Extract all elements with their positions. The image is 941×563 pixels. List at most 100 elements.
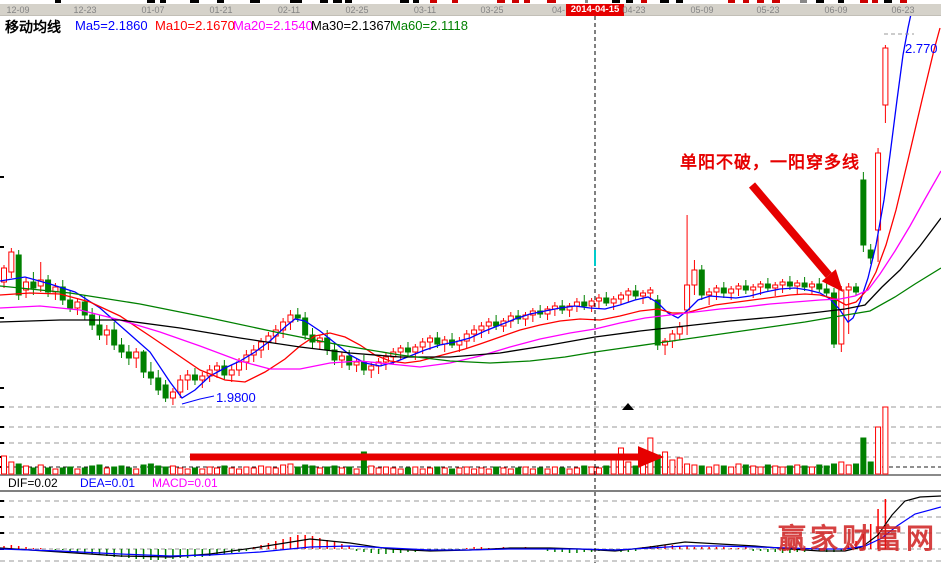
- candle-body-up: [354, 362, 359, 365]
- volume-bar-up: [876, 427, 881, 474]
- volume-bar-up: [846, 465, 851, 474]
- volume-bar-up: [567, 469, 572, 474]
- candle-body-up: [472, 330, 477, 334]
- volume-bar-up: [428, 468, 433, 474]
- top-strip-mark: [250, 0, 260, 3]
- volume-bar-up: [626, 462, 631, 474]
- candle-body-down: [765, 284, 770, 288]
- candle-body-down: [16, 255, 21, 295]
- volume-bar-down: [699, 466, 704, 474]
- top-strip-mark: [290, 0, 302, 3]
- volume-bar-down: [405, 468, 410, 474]
- volume-bar-up: [53, 469, 58, 474]
- volume-bar-down: [148, 464, 153, 474]
- candle-body-up: [626, 291, 631, 295]
- volume-bar-up: [369, 466, 374, 474]
- volume-bar-up: [530, 469, 535, 474]
- candle-body-up: [178, 380, 183, 392]
- candle-body-up: [641, 293, 646, 296]
- candle-body-up: [229, 370, 234, 375]
- candle-body-down: [126, 352, 131, 358]
- candle-body-up: [369, 366, 374, 370]
- candle-body-down: [82, 302, 87, 315]
- candle-body-down: [163, 385, 168, 398]
- volume-bar-up: [237, 469, 242, 474]
- top-strip-mark: [512, 0, 519, 3]
- volume-bar-up: [479, 468, 484, 474]
- ma10-line: [0, 28, 940, 382]
- volume-bar-up: [457, 468, 462, 474]
- top-strip-mark: [860, 0, 868, 3]
- volume-bar-up: [729, 467, 734, 474]
- volume-bar-up: [589, 467, 594, 474]
- date-label: 03-25: [480, 5, 503, 15]
- date-axis[interactable]: 04- 2014-04-15 12-0912-2301-0701-2102-11…: [0, 4, 941, 16]
- candle-body-up: [729, 289, 734, 293]
- volume-bar-up: [714, 465, 719, 474]
- volume-bar-down: [332, 466, 337, 474]
- candle-body-up: [486, 322, 491, 326]
- candle-body-up: [215, 366, 220, 370]
- volume-bar-up: [552, 467, 557, 474]
- volume-bar-up: [383, 467, 388, 474]
- volume-bar-down: [560, 468, 565, 474]
- volume-bar-up: [200, 469, 205, 474]
- annotation-arrow-shaft: [752, 185, 829, 275]
- candle-body-up: [795, 283, 800, 286]
- volume-bar-down: [787, 466, 792, 474]
- date-label: 06-09: [824, 5, 847, 15]
- ma-legend-item: Ma60=2.1118: [390, 18, 468, 33]
- volume-bar-up: [574, 468, 579, 474]
- candle-body-down: [325, 338, 330, 350]
- volume-bar-up: [75, 469, 80, 474]
- candle-body-up: [75, 302, 80, 308]
- top-strip-mark: [497, 0, 505, 3]
- volume-bar-down: [325, 467, 330, 474]
- volume-bar-up: [251, 468, 256, 474]
- volume-bar-down: [60, 468, 65, 474]
- volume-bar-up: [758, 467, 763, 474]
- candle-body-down: [435, 338, 440, 344]
- volume-bar-down: [861, 438, 866, 474]
- volume-bar-down: [854, 464, 859, 474]
- volume-bar-up: [339, 468, 344, 474]
- candle-body-up: [185, 375, 190, 380]
- date-label: 01-21: [209, 5, 232, 15]
- candle-body-down: [97, 325, 102, 335]
- volume-bar-down: [831, 464, 836, 474]
- top-strip-mark: [800, 0, 807, 3]
- candle-body-up: [237, 362, 242, 370]
- volume-bar-up: [9, 462, 14, 474]
- volume-bar-down: [538, 468, 543, 474]
- volume-bar-down: [126, 468, 131, 474]
- volume-bar-up: [707, 467, 712, 474]
- volume-bar-up: [104, 468, 109, 474]
- ma-legend-item: Ma20=2.1540: [233, 18, 313, 33]
- volume-bar-down: [112, 467, 117, 474]
- candle-body-down: [868, 250, 873, 258]
- volume-bar-up: [134, 469, 139, 474]
- top-strip-mark: [160, 0, 166, 3]
- candle-body-down: [405, 348, 410, 352]
- volume-bar-up: [795, 465, 800, 474]
- volume-bar-up: [413, 467, 418, 474]
- volume-bar-up: [736, 464, 741, 474]
- ma20-line: [0, 171, 941, 369]
- volume-bar-up: [281, 465, 286, 474]
- candle-body-down: [802, 283, 807, 287]
- date-label: 02-11: [278, 5, 300, 15]
- candle-body-up: [809, 284, 814, 287]
- volume-bar-up: [420, 469, 425, 474]
- volume-bar-up: [288, 464, 293, 474]
- top-strip-mark: [430, 0, 437, 3]
- selected-date-badge: 2014-04-15: [566, 4, 624, 16]
- top-strip-mark: [612, 0, 620, 3]
- candle-body-down: [582, 302, 587, 306]
- top-strip-mark: [217, 0, 224, 3]
- volume-bar-up: [523, 467, 528, 474]
- candle-body-up: [670, 334, 675, 341]
- top-strip-mark: [626, 0, 633, 3]
- candle-body-down: [633, 291, 638, 296]
- ma-legend-item: Ma10=2.1670: [155, 18, 235, 33]
- top-strip-mark: [55, 0, 61, 3]
